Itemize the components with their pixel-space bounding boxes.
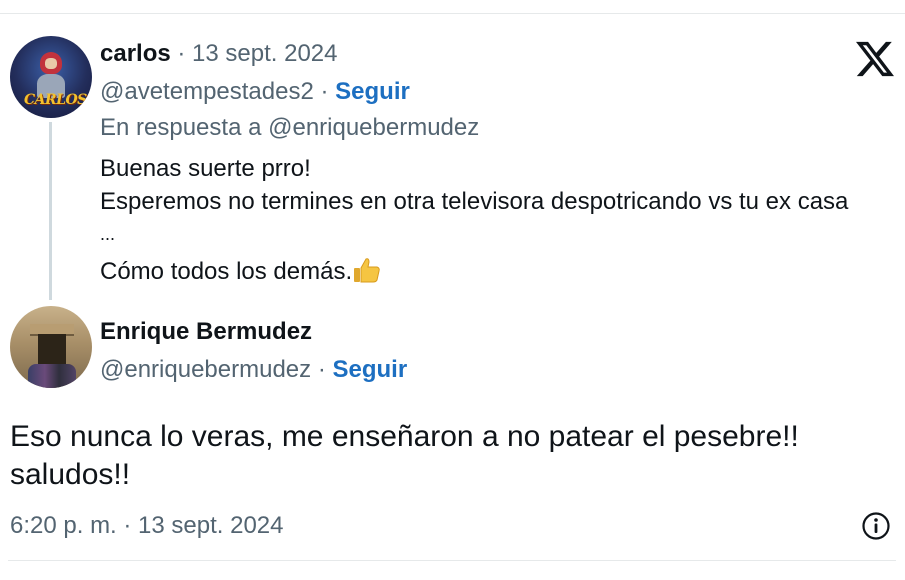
x-logo-icon[interactable] [856, 40, 894, 78]
avatar-logo-text: CARLOS [24, 92, 87, 108]
main-author-name[interactable]: Enrique Bermudez [100, 318, 312, 346]
carlos-avatar[interactable]: CARLOS [10, 36, 92, 118]
embedded-post-card: CARLOS carlos · 13 sept. 2024 @avetempes… [0, 0, 905, 580]
enrique-avatar[interactable] [10, 306, 92, 388]
main-handle[interactable]: @enriquebermudez [100, 356, 311, 383]
reply-handle-row: @avetempestades2 · Seguir [100, 78, 410, 106]
top-divider [0, 13, 905, 14]
reply-text-line-1: Buenas suerte prro! [100, 155, 311, 182]
in-reply-to-label[interactable]: En respuesta a @enriquebermudez [100, 114, 479, 142]
reply-text-line-2: Esperemos no termines en otra televisora… [100, 188, 849, 215]
avatar-people-shape [28, 364, 76, 388]
reply-follow-button[interactable]: Seguir [335, 78, 410, 105]
reply-header: carlos · 13 sept. 2024 [100, 40, 338, 68]
main-follow-button[interactable]: Seguir [332, 356, 407, 383]
post-timestamp[interactable]: 6:20 p. m. · 13 sept. 2024 [10, 512, 284, 540]
reply-separator: · [313, 78, 336, 105]
main-separator: · [311, 356, 333, 383]
reply-text-line-4-row: Cómo todos los demás. [100, 257, 382, 286]
main-text-line-1: Eso nunca lo veras, me enseñaron a no pa… [10, 420, 799, 453]
main-handle-row: @enriquebermudez · Seguir [100, 356, 407, 384]
thread-connector-line [49, 122, 52, 300]
reply-handle[interactable]: @avetempestades2 [100, 78, 314, 105]
reply-author-name[interactable]: carlos [100, 40, 171, 67]
avatar-face-shape [45, 58, 57, 69]
info-icon[interactable] [861, 511, 891, 541]
reply-date[interactable]: · 13 sept. 2024 [171, 40, 337, 67]
thumbs-up-icon [354, 258, 380, 283]
bottom-divider [8, 560, 896, 561]
main-text-line-2: saludos!! [10, 458, 131, 491]
reply-text-line-3: ... [100, 224, 116, 244]
reply-text-line-4: Cómo todos los demás. [100, 258, 353, 285]
